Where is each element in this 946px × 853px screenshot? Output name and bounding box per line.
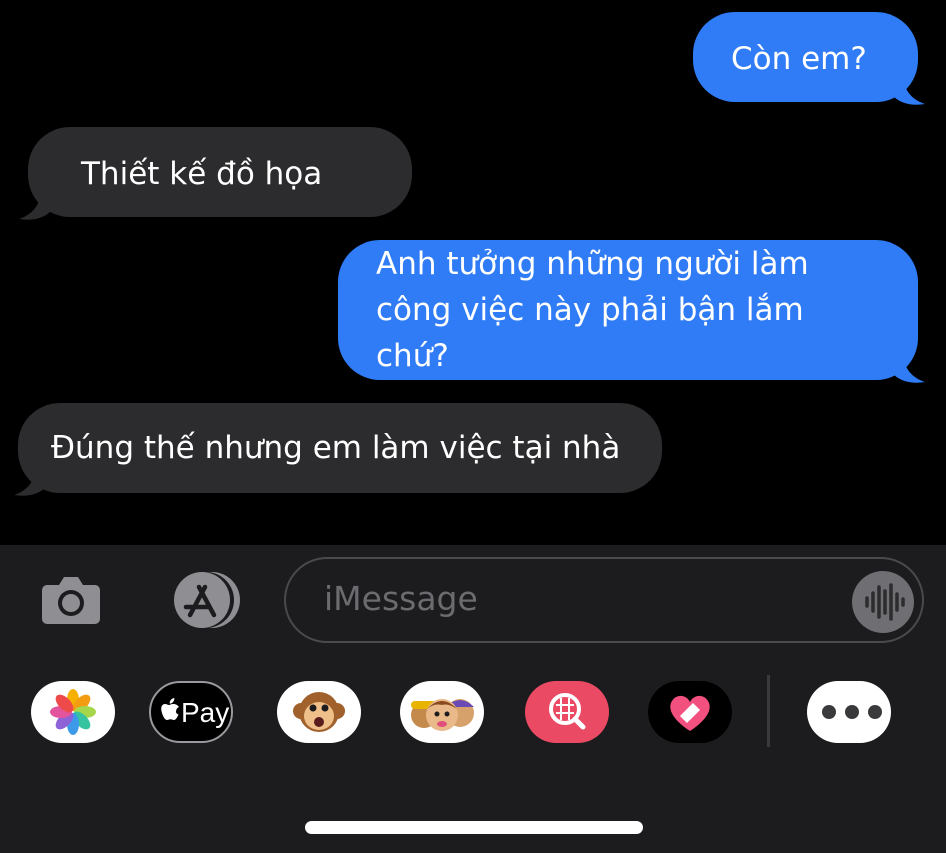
waveform-icon[interactable] xyxy=(852,571,914,633)
message-line: chứ? xyxy=(376,338,449,374)
apple-pay-label: Pay xyxy=(181,697,230,728)
digital-touch-icon[interactable] xyxy=(648,681,732,743)
message-text: Đúng thế nhưng em làm việc tại nhà xyxy=(51,430,621,466)
apple-logo-icon xyxy=(161,698,179,720)
message-input-placeholder: iMessage xyxy=(324,579,478,618)
photos-icon[interactable] xyxy=(31,681,115,743)
apple-pay-icon[interactable]: Pay xyxy=(149,681,233,743)
message-thread: Còn em? Thiết kế đồ họa Anh tưởng những … xyxy=(0,0,946,545)
message-line: Anh tưởng những người làm xyxy=(376,246,809,282)
app-drawer: Pay xyxy=(0,675,946,755)
message-line: công việc này phải bận lắm xyxy=(376,292,804,328)
composer-area: iMessage Pay xyxy=(0,545,946,853)
more-icon[interactable] xyxy=(807,681,891,743)
home-indicator[interactable] xyxy=(305,821,643,834)
app-store-icon[interactable] xyxy=(160,571,242,629)
message-text: Còn em? xyxy=(731,41,867,77)
animoji-icon[interactable] xyxy=(277,681,361,743)
outgoing-message-bubble[interactable]: Anh tưởng những người làm công việc này … xyxy=(338,240,918,380)
app-drawer-divider xyxy=(767,675,770,747)
bubble-tail xyxy=(893,356,927,384)
memoji-icon[interactable] xyxy=(400,681,484,743)
incoming-message-bubble[interactable]: Thiết kế đồ họa xyxy=(28,127,412,217)
bubble-tail xyxy=(12,469,46,497)
image-search-icon[interactable] xyxy=(525,681,609,743)
outgoing-message-bubble[interactable]: Còn em? xyxy=(693,12,918,102)
incoming-message-bubble[interactable]: Đúng thế nhưng em làm việc tại nhà xyxy=(18,403,662,493)
bubble-tail xyxy=(17,193,51,221)
message-input[interactable]: iMessage xyxy=(284,557,924,643)
message-text: Thiết kế đồ họa xyxy=(81,156,323,192)
bubble-tail xyxy=(893,78,927,106)
camera-icon[interactable] xyxy=(41,573,101,625)
